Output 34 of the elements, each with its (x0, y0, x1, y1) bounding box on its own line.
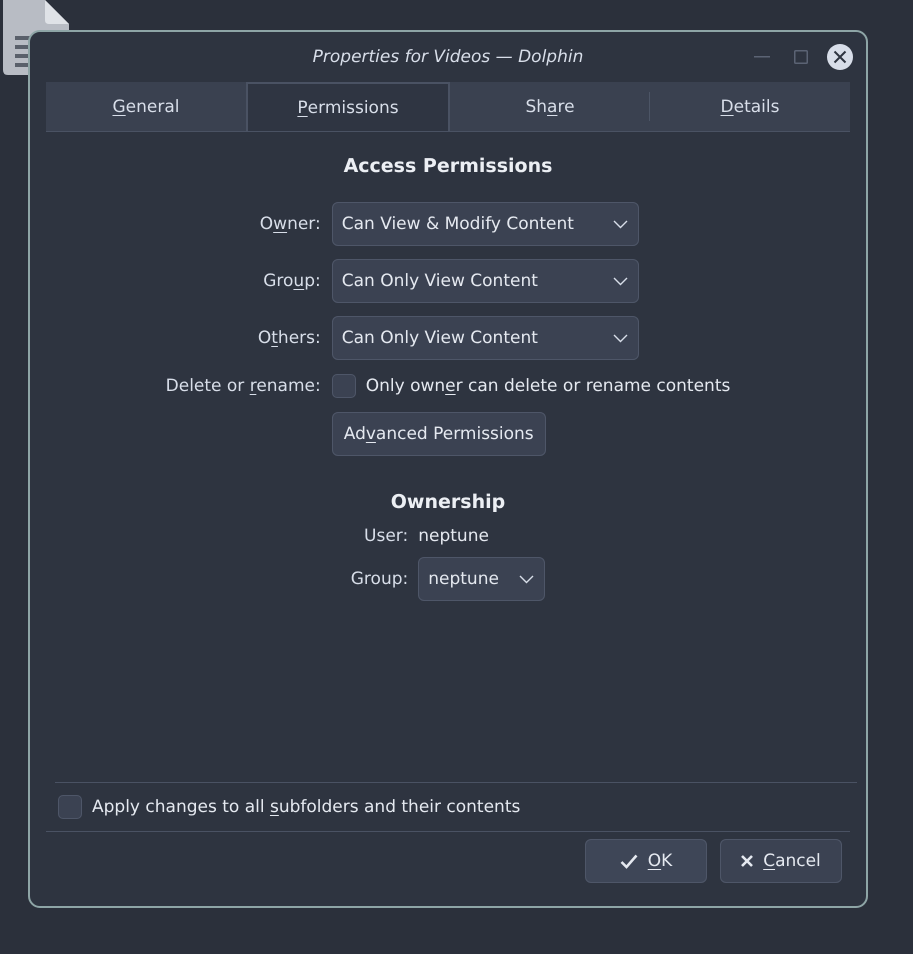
checkmark-icon (620, 854, 638, 868)
field-label: Owner: (260, 214, 321, 234)
tab[interactable]: General (46, 82, 246, 131)
minimize-icon[interactable] (754, 56, 770, 58)
section-heading: Ownership (390, 490, 506, 515)
field-label: Group: (350, 569, 408, 589)
chevron-down-icon (612, 334, 628, 342)
cancel-button[interactable]: Cancel (720, 839, 842, 883)
chevron-down-icon (612, 220, 628, 228)
dropdown[interactable]: Can Only View Content (332, 316, 639, 360)
maximize-icon[interactable] (794, 50, 808, 64)
checkbox[interactable] (332, 374, 356, 398)
dropdown[interactable]: Can Only View Content (332, 259, 639, 303)
section-heading: Access Permissions (344, 154, 552, 179)
tab[interactable]: Details (650, 82, 850, 131)
field-label: User: (364, 526, 408, 546)
checkbox-label: Only owner can delete or rename contents (366, 376, 730, 396)
field-label: Others: (258, 328, 321, 348)
dropdown[interactable]: neptune (418, 557, 546, 601)
field-label: Delete or rename: (166, 376, 321, 396)
ok-button[interactable]: OK (585, 839, 707, 883)
window-title: Properties for Videos — Dolphin (312, 47, 584, 67)
chevron-down-icon (612, 276, 628, 286)
close-icon[interactable] (827, 44, 853, 70)
user-name: neptune (418, 526, 489, 546)
tab[interactable]: Share (450, 82, 650, 131)
tab[interactable]: Permissions (246, 82, 450, 131)
checkbox-label: Apply changes to all subfolders and their contents (92, 797, 520, 817)
chevron-down-icon (519, 574, 534, 584)
checkbox[interactable] (58, 795, 82, 819)
advanced-permissions-button[interactable]: Advanced Permissions (332, 412, 546, 456)
close-icon (741, 855, 754, 867)
dropdown[interactable]: Can View & Modify Content (332, 202, 639, 246)
field-label: Group: (263, 271, 321, 291)
